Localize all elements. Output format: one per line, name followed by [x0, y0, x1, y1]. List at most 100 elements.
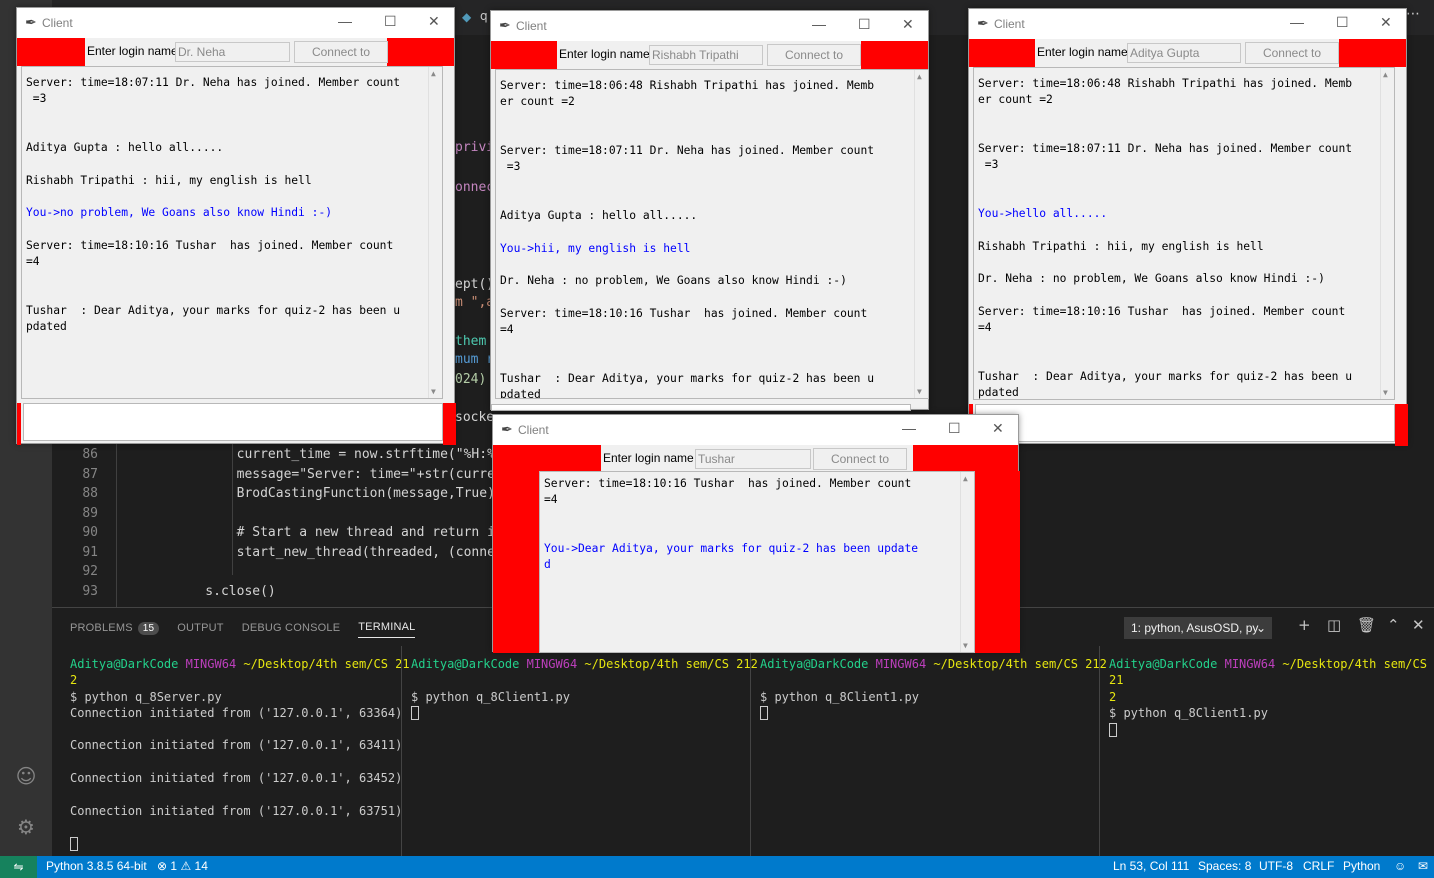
python-interpreter[interactable]: Python 3.8.5 64-bit — [46, 859, 147, 873]
scroll-up-icon[interactable]: ▲ — [431, 69, 436, 78]
terminal-command: $ python q_8Client1.py — [411, 689, 570, 704]
code-line: 93 s.close() — [52, 582, 492, 601]
chat-line: =4 — [26, 254, 40, 268]
code-line: 91 start_new_thread(threaded, (connecti — [52, 543, 518, 562]
connect-button[interactable]: Connect to server — [294, 41, 388, 79]
login-label: Enter login name — [603, 451, 694, 465]
scroll-up-icon[interactable]: ▲ — [1383, 70, 1388, 79]
chevron-down-icon: ⌄ — [1255, 621, 1266, 635]
chat-log[interactable]: Server: time=18:06:48 Rishabh Tripathi h… — [495, 69, 929, 399]
scroll-up-icon[interactable]: ▲ — [963, 474, 968, 483]
window-titlebar[interactable]: ✒ Client — ☐ ✕ — [969, 9, 1406, 39]
language-mode[interactable]: Python — [1343, 859, 1380, 873]
close-icon[interactable]: ✕ — [992, 420, 1004, 437]
account-icon[interactable]: ☺ — [14, 764, 38, 788]
feedback-icon[interactable]: ☺ — [1394, 859, 1406, 873]
login-name-field[interactable]: Rishabh Tripathi — [649, 45, 763, 65]
close-icon[interactable]: ✕ — [1412, 616, 1425, 634]
chat-line: Server: time=18:06:48 Rishabh Tripathi h… — [978, 77, 1353, 90]
maximize-icon[interactable]: ☐ — [384, 13, 397, 30]
chat-scrollbar[interactable]: ▲ ▼ — [914, 70, 928, 398]
chat-log[interactable]: Server: time=18:06:48 Rishabh Tripathi h… — [973, 67, 1395, 400]
login-name-field[interactable]: Aditya Gupta — [1127, 43, 1241, 63]
chat-line: Rishabh Tripathi : hii, my english is he… — [978, 239, 1264, 253]
minimize-icon[interactable]: — — [1290, 14, 1304, 30]
scroll-down-icon[interactable]: ▼ — [963, 641, 968, 650]
python-file-icon: ◆ — [462, 10, 472, 24]
message-input[interactable] — [975, 404, 1395, 442]
remote-icon[interactable]: ⇋ — [0, 856, 37, 878]
tab-problems[interactable]: PROBLEMS 15 — [70, 618, 160, 638]
maximize-icon[interactable]: ☐ — [948, 420, 961, 437]
tab-terminal[interactable]: TERMINAL — [358, 618, 416, 638]
tab-debug-console[interactable]: DEBUG CONSOLE — [242, 618, 341, 638]
maximize-icon[interactable]: ☐ — [858, 16, 871, 33]
side-band — [17, 403, 21, 445]
indentation[interactable]: Spaces: 8 — [1198, 859, 1251, 873]
split-icon[interactable]: ◫ — [1327, 616, 1341, 634]
close-icon[interactable]: ✕ — [1380, 14, 1392, 31]
connect-button[interactable]: Connect to server — [813, 448, 907, 486]
chat-log[interactable]: Server: time=18:10:16 Tushar has joined.… — [539, 471, 975, 653]
cursor-position[interactable]: Ln 53, Col 111 — [1113, 859, 1189, 873]
client-window[interactable]: ✒ Client — ☐ ✕ Enter login name Dr. Neha Connec… — [16, 7, 456, 445]
terminal-client-1[interactable]: Aditya@DarkCode MINGW64 ~/Desktop/4th se… — [411, 656, 759, 856]
client-window[interactable]: ✒ Client — ☐ ✕ Enter login name Aditya Gupta Co… — [968, 8, 1408, 446]
editor-tab-label[interactable]: q — [480, 9, 488, 23]
chat-log[interactable]: Server: time=18:07:11 Dr. Neha has joine… — [21, 66, 443, 399]
chat-scrollbar[interactable]: ▲ ▼ — [960, 472, 974, 652]
chat-scrollbar[interactable]: ▲ ▼ — [1380, 68, 1394, 399]
maximize-icon[interactable]: ☐ — [1336, 14, 1349, 31]
client-window[interactable]: ✒ Client — ☐ ✕ Enter login name Rishabh Tripat… — [490, 10, 929, 411]
terminal-divider[interactable] — [401, 646, 402, 856]
prompt-path-wrap: 2 — [1109, 689, 1117, 704]
close-icon[interactable]: ✕ — [902, 16, 914, 33]
code-line: 92 — [52, 562, 492, 581]
trash-icon[interactable]: 🗑 — [1357, 616, 1376, 634]
connect-button[interactable]: Connect to server — [1245, 42, 1339, 80]
chat-scrollbar[interactable]: ▲ ▼ — [428, 67, 442, 398]
plus-icon[interactable]: + — [1298, 616, 1311, 634]
tab-output[interactable]: OUTPUT — [177, 618, 223, 638]
prompt-env: MINGW64 — [875, 657, 927, 671]
window-titlebar[interactable]: ✒ Client — ☐ ✕ — [17, 8, 454, 38]
minimize-icon[interactable]: — — [812, 16, 826, 32]
scroll-up-icon[interactable]: ▲ — [917, 72, 922, 81]
terminal-divider[interactable] — [750, 646, 751, 856]
login-name-field[interactable]: Tushar — [695, 449, 811, 469]
chevron-up-icon[interactable]: ⌃ — [1387, 616, 1400, 634]
encoding[interactable]: UTF-8 — [1259, 859, 1293, 873]
minimize-icon[interactable]: — — [902, 420, 916, 436]
line-text: # Start a new thread and return its — [174, 525, 511, 540]
scroll-down-icon[interactable]: ▼ — [917, 387, 922, 396]
prompt-user: Aditya@DarkCode — [70, 657, 179, 671]
terminal-client-2[interactable]: Aditya@DarkCode MINGW64 ~/Desktop/4th se… — [760, 656, 1108, 856]
scroll-down-icon[interactable]: ▼ — [1383, 388, 1388, 397]
login-name-field[interactable]: Dr. Neha — [175, 42, 290, 62]
minimize-icon[interactable]: — — [338, 13, 352, 29]
login-bar: Enter login nameDr. NehaConnect to serve… — [85, 38, 388, 79]
prompt-path: ~/Desktop/4th sem/CS 212 — [584, 657, 758, 671]
problems-status[interactable]: ⊗ 1 ⚠ 14 — [157, 859, 208, 873]
more-actions-icon[interactable]: ⋯ — [1406, 6, 1420, 22]
terminal-client-3[interactable]: Aditya@DarkCode MINGW64 ~/Desktop/4th se… — [1109, 656, 1434, 856]
scroll-down-icon[interactable]: ▼ — [431, 387, 436, 396]
client-window[interactable]: ✒ Client — ☐ ✕ Enter login name Tushar Connect … — [492, 414, 1020, 653]
chat-line: Tushar : Dear Aditya, your marks for qui… — [500, 371, 875, 385]
code-fragment: m ",a — [455, 295, 495, 310]
window-titlebar[interactable]: ✒ Client — ☐ ✕ — [491, 11, 928, 41]
close-icon[interactable]: ✕ — [428, 13, 440, 30]
message-input[interactable] — [23, 403, 443, 441]
chat-line: =3 — [978, 158, 999, 172]
terminal-server[interactable]: Aditya@DarkCode MINGW64 ~/Desktop/4th se… — [70, 656, 418, 856]
terminal-select[interactable]: 1: python, AsusOSD, py ⌄ — [1124, 617, 1272, 639]
window-titlebar[interactable]: ✒ Client — ☐ ✕ — [493, 415, 1018, 445]
message-input[interactable] — [491, 404, 911, 411]
terminal-divider[interactable] — [1099, 646, 1100, 856]
side-band — [1395, 404, 1408, 446]
terminal-command: $ python q_8Server.py — [70, 689, 222, 704]
bell-icon[interactable]: ✉ — [1418, 859, 1428, 873]
line-ending[interactable]: CRLF — [1303, 859, 1334, 873]
connect-button[interactable]: Connect to server — [767, 44, 861, 82]
gear-icon[interactable]: ⚙ — [14, 815, 38, 839]
